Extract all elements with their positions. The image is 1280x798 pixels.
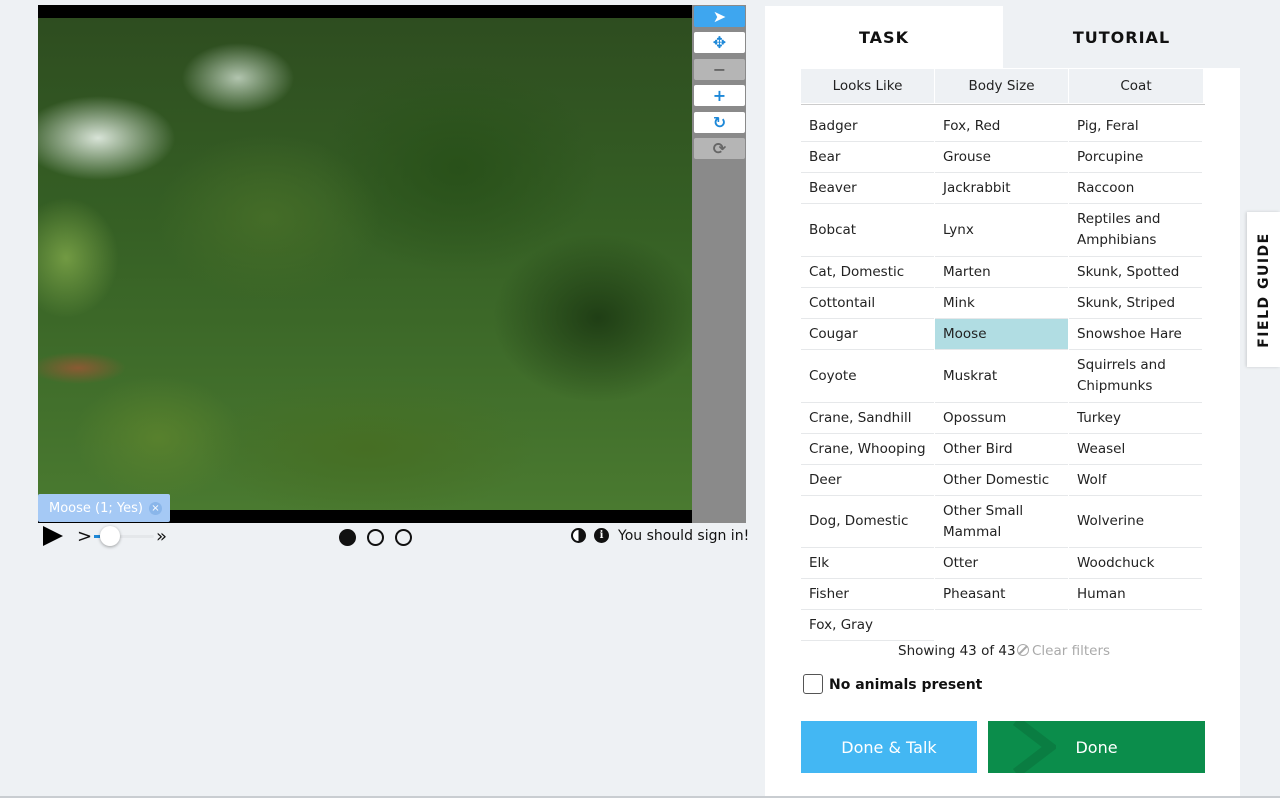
camera-trap-image[interactable] [38, 18, 692, 510]
frame-dot[interactable] [339, 529, 356, 546]
zoom-out-icon[interactable]: − [694, 59, 745, 80]
move-icon[interactable]: ✥ [694, 32, 745, 53]
species-cougar[interactable]: Cougar [801, 319, 934, 350]
species-wolf[interactable]: Wolf [1069, 465, 1202, 496]
species-fisher[interactable]: Fisher [801, 579, 934, 610]
species-skunk-striped[interactable]: Skunk, Striped [1069, 288, 1202, 319]
species-cat-domestic[interactable]: Cat, Domestic [801, 257, 934, 288]
no-animals-label[interactable]: No animals present [829, 677, 982, 693]
species-bear[interactable]: Bear [801, 142, 934, 173]
tab-tutorial[interactable]: TUTORIAL [1003, 6, 1240, 68]
species-bobcat[interactable]: Bobcat [801, 204, 934, 257]
species-elk[interactable]: Elk [801, 548, 934, 579]
annotation-tag[interactable]: Moose (1; Yes) × [38, 494, 170, 522]
species-weasel[interactable]: Weasel [1069, 434, 1202, 465]
species-marten[interactable]: Marten [935, 257, 1068, 288]
image-toolbar: ➤ ✥ − + ↻ ⟳ [692, 5, 746, 523]
species-mink[interactable]: Mink [935, 288, 1068, 319]
done-button-label: Done [1075, 737, 1118, 757]
sign-in-prompt[interactable]: You should sign in! [618, 528, 749, 544]
species-fox-red[interactable]: Fox, Red [935, 111, 1068, 142]
filter-divider [801, 104, 1205, 105]
filter-body-size[interactable]: Body Size [935, 69, 1068, 103]
tab-task[interactable]: TASK [765, 6, 1003, 68]
showing-count: Showing 43 of 43 [898, 643, 1016, 659]
species-woodchuck[interactable]: Woodchuck [1069, 548, 1202, 579]
species-crane-sandhill[interactable]: Crane, Sandhill [801, 403, 934, 434]
species-other-domestic[interactable]: Other Domestic [935, 465, 1068, 496]
species-moose[interactable]: Moose [935, 319, 1068, 350]
species-reptiles-and-amphibians[interactable]: Reptiles and Amphibians [1069, 204, 1202, 257]
species-pheasant[interactable]: Pheasant [935, 579, 1068, 610]
remove-annotation-icon[interactable]: × [148, 501, 162, 515]
species-badger[interactable]: Badger [801, 111, 934, 142]
pointer-icon[interactable]: ➤ [694, 6, 745, 27]
species-pig-feral[interactable]: Pig, Feral [1069, 111, 1202, 142]
field-guide-tab[interactable]: FIELD GUIDE [1247, 212, 1280, 367]
species-crane-whooping[interactable]: Crane, Whooping [801, 434, 934, 465]
species-turkey[interactable]: Turkey [1069, 403, 1202, 434]
species-dog-domestic[interactable]: Dog, Domestic [801, 496, 934, 548]
reset-icon[interactable]: ⟳ [694, 138, 745, 159]
species-raccoon[interactable]: Raccoon [1069, 173, 1202, 204]
species-skunk-spotted[interactable]: Skunk, Spotted [1069, 257, 1202, 288]
done-and-talk-button[interactable]: Done & Talk [801, 721, 977, 773]
species-jackrabbit[interactable]: Jackrabbit [935, 173, 1068, 204]
done-button[interactable]: Done [988, 721, 1205, 773]
annotation-tag-label: Moose (1; Yes) [49, 500, 143, 516]
species-grouse[interactable]: Grouse [935, 142, 1068, 173]
clear-filters-button[interactable]: Clear filters [1017, 643, 1110, 659]
zoom-in-icon[interactable]: + [694, 85, 745, 106]
filter-looks-like[interactable]: Looks Like [801, 69, 934, 103]
deer-in-image [38, 348, 148, 388]
filter-coat[interactable]: Coat [1069, 69, 1203, 103]
species-lynx[interactable]: Lynx [935, 204, 1068, 257]
species-cottontail[interactable]: Cottontail [801, 288, 934, 319]
play-button[interactable] [43, 526, 63, 546]
species-otter[interactable]: Otter [935, 548, 1068, 579]
ban-icon [1017, 644, 1029, 656]
species-fox-gray[interactable]: Fox, Gray [801, 610, 934, 641]
rotate-icon[interactable]: ↻ [694, 112, 745, 133]
species-beaver[interactable]: Beaver [801, 173, 934, 204]
frame-dot[interactable] [395, 529, 412, 546]
chevron-decoration-icon [1012, 721, 1056, 773]
invert-colors-icon[interactable] [571, 528, 586, 543]
slider-thumb[interactable] [100, 526, 120, 546]
species-wolverine[interactable]: Wolverine [1069, 496, 1202, 548]
species-deer[interactable]: Deer [801, 465, 934, 496]
clear-filters-label: Clear filters [1032, 643, 1111, 659]
fast-forward-icon[interactable]: » [156, 526, 167, 547]
step-forward-icon[interactable]: > [77, 526, 92, 547]
species-human[interactable]: Human [1069, 579, 1202, 610]
species-coyote[interactable]: Coyote [801, 350, 934, 403]
species-squirrels-and-chipmunks[interactable]: Squirrels and Chipmunks [1069, 350, 1202, 403]
subject-image-viewer[interactable] [38, 5, 692, 523]
species-snowshoe-hare[interactable]: Snowshoe Hare [1069, 319, 1202, 350]
species-other-small-mammal[interactable]: Other Small Mammal [935, 496, 1068, 548]
species-opossum[interactable]: Opossum [935, 403, 1068, 434]
info-icon[interactable]: i [594, 528, 609, 543]
species-other-bird[interactable]: Other Bird [935, 434, 1068, 465]
frame-dot[interactable] [367, 529, 384, 546]
field-guide-label: FIELD GUIDE [1255, 231, 1272, 348]
species-muskrat[interactable]: Muskrat [935, 350, 1068, 403]
species-porcupine[interactable]: Porcupine [1069, 142, 1202, 173]
no-animals-checkbox[interactable] [803, 674, 823, 694]
